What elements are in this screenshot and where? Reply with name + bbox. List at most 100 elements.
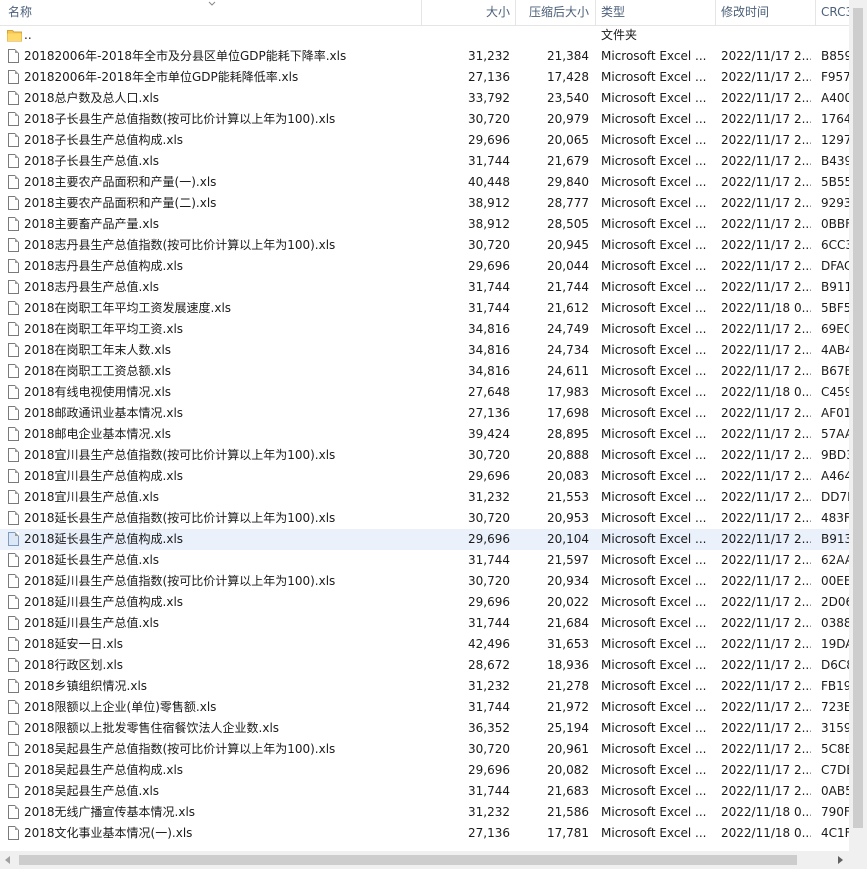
parent-folder-row[interactable]: .. 文件夹 — [0, 25, 849, 46]
file-modified: 2022/11/18 0... — [721, 301, 811, 315]
file-size: 27,136 — [468, 70, 510, 84]
file-compressed-size: 28,895 — [547, 427, 589, 441]
file-row[interactable]: 2018在岗职工年末人数.xls 34,816 24,734 Microsoft Ex… — [0, 340, 849, 361]
file-icon — [8, 280, 19, 294]
column-header-crc[interactable]: CRC32 — [821, 0, 849, 25]
file-row[interactable]: 2018延川县生产总值指数(按可比价计算以上年为100).xls 30,720 20… — [0, 571, 849, 592]
file-type: Microsoft Excel ... — [601, 658, 707, 672]
file-row-selected[interactable]: 2018延长县生产总值构成.xls 29,696 20,104 Microsoft E… — [0, 529, 849, 550]
file-crc: 4AB4 — [821, 343, 849, 357]
file-row[interactable]: 2018子长县生产总值构成.xls 29,696 20,065 Microsoft E… — [0, 130, 849, 151]
column-header-size[interactable]: 大小 — [422, 0, 510, 25]
file-compressed-size: 21,684 — [547, 616, 589, 630]
file-row[interactable]: 2018邮电企业基本情况.xls 39,424 28,895 Microsoft Ex… — [0, 424, 849, 445]
file-size: 27,648 — [468, 385, 510, 399]
scroll-left-arrow-icon[interactable] — [5, 856, 10, 864]
file-modified: 2022/11/17 2... — [721, 133, 811, 147]
file-icon — [8, 469, 19, 483]
column-header-type[interactable]: 类型 — [601, 0, 713, 25]
file-row[interactable]: 2018宜川县生产总值指数(按可比价计算以上年为100).xls 30,720 20… — [0, 445, 849, 466]
file-list[interactable]: .. 文件夹 20182006年-2018年全市及分县区单位GDP能耗下降率.x… — [0, 25, 849, 851]
file-row[interactable]: 2018吴起县生产总值指数(按可比价计算以上年为100).xls 30,720 20… — [0, 739, 849, 760]
file-size: 31,744 — [468, 784, 510, 798]
file-compressed-size: 17,698 — [547, 406, 589, 420]
file-icon — [8, 322, 19, 336]
file-row[interactable]: 2018志丹县生产总值.xls 31,744 21,744 Microsoft Exc… — [0, 277, 849, 298]
file-modified: 2022/11/17 2... — [721, 721, 811, 735]
file-crc: B67E — [821, 364, 849, 378]
file-row[interactable]: 2018延安一日.xls 42,496 31,653 Microsoft Excel … — [0, 634, 849, 655]
column-divider[interactable] — [595, 0, 596, 25]
folder-icon — [7, 30, 22, 42]
file-modified: 2022/11/17 2... — [721, 532, 811, 546]
file-row[interactable]: 2018吴起县生产总值.xls 31,744 21,683 Microsoft Exc… — [0, 781, 849, 802]
file-icon — [8, 406, 19, 420]
file-row[interactable]: 2018宜川县生产总值构成.xls 29,696 20,083 Microsoft E… — [0, 466, 849, 487]
file-compressed-size: 17,428 — [547, 70, 589, 84]
file-row[interactable]: 2018文化事业基本情况(一).xls 27,136 17,781 Microsoft… — [0, 823, 849, 844]
file-row[interactable]: 2018主要农产品面积和产量(一).xls 40,448 29,840 Microso… — [0, 172, 849, 193]
file-name: 2018邮政通讯业基本情况.xls — [24, 406, 184, 420]
file-compressed-size: 21,683 — [547, 784, 589, 798]
file-row[interactable]: 2018无线广播宣传基本情况.xls 31,232 21,586 Microsoft … — [0, 802, 849, 823]
file-size: 31,232 — [468, 679, 510, 693]
file-row[interactable]: 2018总户数及总人口.xls 33,792 23,540 Microsoft Exc… — [0, 88, 849, 109]
file-size: 31,744 — [468, 154, 510, 168]
file-row[interactable]: 2018志丹县生产总值构成.xls 29,696 20,044 Microsoft E… — [0, 256, 849, 277]
file-crc: A400 — [821, 91, 849, 105]
scroll-right-arrow-icon[interactable] — [838, 856, 843, 864]
file-crc: 19DA — [821, 637, 849, 651]
file-row[interactable]: 2018志丹县生产总值指数(按可比价计算以上年为100).xls 30,720 20… — [0, 235, 849, 256]
column-header-modified[interactable]: 修改时间 — [721, 0, 811, 25]
file-row[interactable]: 2018行政区划.xls 28,672 18,936 Microsoft Excel … — [0, 655, 849, 676]
file-name: 2018延长县生产总值指数(按可比价计算以上年为100).xls — [24, 511, 336, 525]
file-row[interactable]: 2018在岗职工年平均工资发展速度.xls 31,744 21,612 Microso… — [0, 298, 849, 319]
file-row[interactable]: 2018在岗职工工资总额.xls 34,816 24,611 Microsoft Ex… — [0, 361, 849, 382]
file-icon — [8, 658, 19, 672]
file-name: 2018子长县生产总值.xls — [24, 154, 160, 168]
file-row[interactable]: 2018延长县生产总值.xls 31,744 21,597 Microsoft Exc… — [0, 550, 849, 571]
file-row[interactable]: 20182006年-2018年全市及分县区单位GDP能耗下降率.xls 31,23… — [0, 46, 849, 67]
file-row[interactable]: 2018主要农产品面积和产量(二).xls 38,912 28,777 Microso… — [0, 193, 849, 214]
file-name: 2018在岗职工年平均工资.xls — [24, 322, 184, 336]
file-row[interactable]: 2018限额以上企业(单位)零售额.xls 31,744 21,972 Microso… — [0, 697, 849, 718]
file-crc: 4C1F — [821, 826, 849, 840]
file-row[interactable]: 2018延长县生产总值指数(按可比价计算以上年为100).xls 30,720 20… — [0, 508, 849, 529]
file-modified: 2022/11/17 2... — [721, 679, 811, 693]
file-name: 2018宜川县生产总值指数(按可比价计算以上年为100).xls — [24, 448, 336, 462]
file-size: 31,744 — [468, 616, 510, 630]
file-modified: 2022/11/17 2... — [721, 364, 811, 378]
file-row[interactable]: 2018限额以上批发零售住宿餐饮法人企业数.xls 36,352 25,194 Mic… — [0, 718, 849, 739]
file-row[interactable]: 2018延川县生产总值构成.xls 29,696 20,022 Microsoft E… — [0, 592, 849, 613]
file-compressed-size: 20,888 — [547, 448, 589, 462]
vertical-scrollbar[interactable] — [849, 0, 867, 851]
file-row[interactable]: 2018宜川县生产总值.xls 31,232 21,553 Microsoft Exc… — [0, 487, 849, 508]
file-row[interactable]: 2018延川县生产总值.xls 31,744 21,684 Microsoft Exc… — [0, 613, 849, 634]
file-name: 2018延安一日.xls — [24, 637, 124, 651]
file-type: Microsoft Excel ... — [601, 70, 707, 84]
file-row[interactable]: 2018主要畜产品产量.xls 38,912 28,505 Microsoft Exc… — [0, 214, 849, 235]
file-name: 2018延川县生产总值指数(按可比价计算以上年为100).xls — [24, 574, 336, 588]
column-header-compressed-size[interactable]: 压缩后大小 — [516, 0, 589, 25]
file-name: 2018主要农产品面积和产量(二).xls — [24, 196, 217, 210]
file-row[interactable]: 2018子长县生产总值指数(按可比价计算以上年为100).xls 30,720 20… — [0, 109, 849, 130]
file-icon — [8, 700, 19, 714]
column-divider[interactable] — [815, 0, 816, 25]
file-row[interactable]: 2018有线电视使用情况.xls 27,648 17,983 Microsoft Ex… — [0, 382, 849, 403]
file-row[interactable]: 2018子长县生产总值.xls 31,744 21,679 Microsoft Exc… — [0, 151, 849, 172]
file-crc: 1297 — [821, 133, 849, 147]
file-icon — [8, 70, 19, 84]
horizontal-scroll-thumb[interactable] — [19, 855, 797, 865]
file-crc: C7DE — [821, 763, 849, 777]
file-row[interactable]: 2018乡镇组织情况.xls 31,232 21,278 Microsoft Exce… — [0, 676, 849, 697]
file-row[interactable]: 20182006年-2018年全市单位GDP能耗降低率.xls 27,136 17,… — [0, 67, 849, 88]
file-compressed-size: 20,082 — [547, 763, 589, 777]
file-compressed-size: 20,083 — [547, 469, 589, 483]
file-row[interactable]: 2018邮政通讯业基本情况.xls 27,136 17,698 Microsoft E… — [0, 403, 849, 424]
file-row[interactable]: 2018在岗职工年平均工资.xls 34,816 24,749 Microsoft E… — [0, 319, 849, 340]
horizontal-scrollbar[interactable] — [0, 851, 849, 869]
file-size: 27,136 — [468, 406, 510, 420]
column-divider[interactable] — [715, 0, 716, 25]
vertical-scroll-thumb[interactable] — [853, 8, 863, 828]
file-row[interactable]: 2018吴起县生产总值构成.xls 29,696 20,082 Microsoft E… — [0, 760, 849, 781]
